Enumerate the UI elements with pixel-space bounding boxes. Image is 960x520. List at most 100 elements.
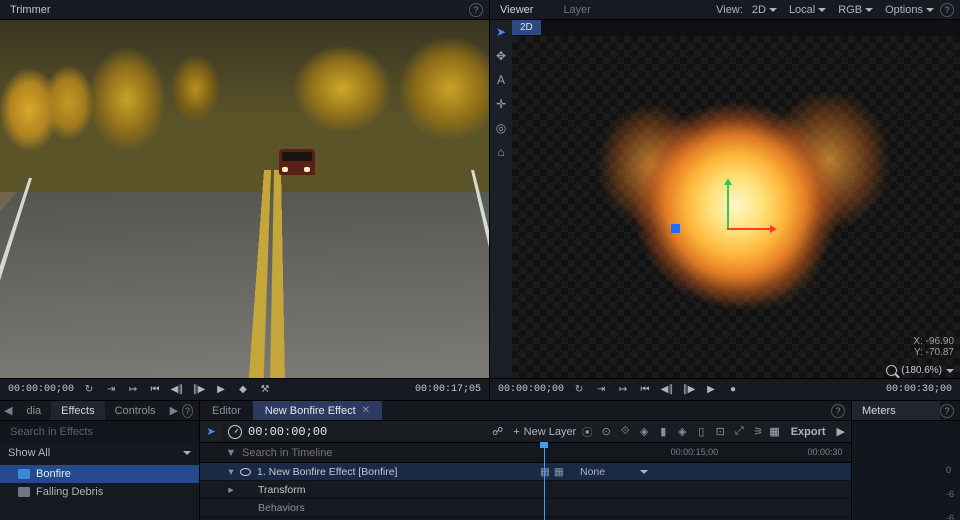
zoom-readout[interactable]: (180.6%) bbox=[886, 365, 954, 376]
play-fwd-icon[interactable]: ∥▶ bbox=[682, 383, 696, 397]
timeline-search-input[interactable] bbox=[240, 443, 540, 462]
link-button[interactable]: ☍ bbox=[487, 425, 508, 438]
chevron-down-icon bbox=[769, 8, 777, 12]
timeline-ruler[interactable]: 00:00:15;00 00:00:30 bbox=[540, 443, 851, 462]
viewer-toolstrip: ➤ ✥ A ✛ ◎ ⌂ bbox=[490, 20, 512, 378]
editor-tc[interactable]: 00:00:00;00 bbox=[248, 425, 327, 439]
target-tool-icon[interactable]: ◎ bbox=[493, 120, 509, 136]
viewer-tc-in: 00:00:00;00 bbox=[498, 384, 564, 395]
select-tool-icon[interactable]: ➤ bbox=[493, 24, 509, 40]
trimmer-preview[interactable] bbox=[0, 20, 489, 378]
tab-editor[interactable]: Editor bbox=[200, 401, 253, 420]
effect-item-bonfire[interactable]: Bonfire bbox=[0, 465, 199, 483]
nav-start-icon[interactable]: ⦿ bbox=[581, 426, 593, 438]
help-icon[interactable]: ? bbox=[831, 404, 845, 418]
layer-row-bonfire[interactable]: ▾ 1. New Bonfire Effect [Bonfire] ▦▦ Non… bbox=[200, 463, 851, 481]
out-point-icon[interactable]: ↦ bbox=[616, 383, 630, 397]
text-tool-icon[interactable]: A bbox=[493, 72, 509, 88]
disclosure-icon[interactable]: ▾ bbox=[222, 466, 240, 478]
marker-icon[interactable]: ◆ bbox=[236, 383, 250, 397]
new-layer-button[interactable]: +New Layer bbox=[508, 426, 581, 438]
filter-icon[interactable]: ▼ bbox=[222, 443, 240, 462]
chevron-down-icon bbox=[946, 369, 954, 373]
tab-media[interactable]: dia bbox=[16, 401, 51, 420]
panel-nav-next[interactable]: ▶ bbox=[831, 425, 851, 438]
tab-meters[interactable]: Meters bbox=[852, 401, 940, 420]
kf-toggle-icon[interactable]: ▮ bbox=[657, 426, 669, 438]
play-back-icon[interactable]: ◀∥ bbox=[170, 383, 184, 397]
viewer-tc-out: 00:00:30;00 bbox=[886, 384, 952, 395]
loop-icon[interactable]: ↻ bbox=[82, 383, 96, 397]
in-point-icon[interactable]: ⇥ bbox=[104, 383, 118, 397]
chevron-down-icon bbox=[818, 8, 826, 12]
snap-icon[interactable]: ⊡ bbox=[714, 426, 726, 438]
move-tool-icon[interactable]: ✛ bbox=[493, 96, 509, 112]
magnifier-icon bbox=[886, 365, 897, 376]
stage-tab-2d[interactable]: 2D bbox=[512, 20, 541, 35]
chevron-down-icon bbox=[640, 470, 648, 474]
tab-current-composition[interactable]: New Bonfire Effect ✕ bbox=[253, 401, 382, 420]
clock-icon bbox=[228, 425, 242, 439]
layer-row-transform[interactable]: ▸ Transform bbox=[200, 481, 851, 499]
chevron-down-icon bbox=[865, 8, 873, 12]
layer-row-behaviors[interactable]: Behaviors bbox=[200, 499, 851, 517]
viewer-transport: 00:00:00;00 ↻ ⇥ ↦ ⏮ ◀∥ ∥▶ ▶ ● 00:00:30;0… bbox=[490, 378, 960, 400]
play-fwd-icon[interactable]: ∥▶ bbox=[192, 383, 206, 397]
trimmer-tc-in: 00:00:00;00 bbox=[8, 384, 74, 395]
help-icon[interactable]: ? bbox=[940, 3, 954, 17]
prev-frame-icon[interactable]: ⏮ bbox=[638, 383, 652, 397]
play-icon[interactable]: ▶ bbox=[214, 383, 228, 397]
preview-vehicle bbox=[279, 149, 315, 175]
trimmer-tc-out: 00:00:17;05 bbox=[415, 384, 481, 395]
record-icon[interactable]: ● bbox=[726, 383, 740, 397]
playhead[interactable] bbox=[544, 442, 545, 520]
nav-next-kf-icon[interactable]: ⟐ bbox=[619, 426, 631, 438]
coordinate-readout: X: -96.90 Y: -70.87 bbox=[913, 336, 954, 358]
scope-select[interactable]: Local bbox=[783, 4, 832, 16]
tab-nav-prev[interactable]: ◀ bbox=[0, 404, 16, 417]
settings-icon[interactable]: ⚞ bbox=[752, 426, 764, 438]
graph-icon[interactable]: ⤢ bbox=[733, 426, 745, 438]
chevron-down-icon bbox=[183, 451, 191, 455]
in-point-icon[interactable]: ⇥ bbox=[594, 383, 608, 397]
effects-search-input[interactable] bbox=[8, 425, 191, 439]
viewer-stage[interactable]: 2D X: -96.90 Y: -70.87 (180.6%) bbox=[512, 20, 960, 378]
help-icon[interactable]: ? bbox=[940, 404, 954, 418]
close-tab-icon[interactable]: ✕ bbox=[362, 405, 370, 416]
chevron-down-icon bbox=[926, 8, 934, 12]
gizmo-z-handle[interactable] bbox=[671, 224, 680, 233]
show-all-dropdown[interactable]: Show All bbox=[8, 447, 50, 459]
visibility-icon[interactable] bbox=[240, 468, 251, 476]
blend-mode-select[interactable]: None bbox=[580, 466, 640, 478]
help-icon[interactable]: ? bbox=[469, 3, 483, 17]
tools-icon[interactable]: ⚒ bbox=[258, 383, 272, 397]
marker-add-icon[interactable]: ▯ bbox=[695, 426, 707, 438]
out-point-icon[interactable]: ↦ bbox=[126, 383, 140, 397]
tab-viewer[interactable]: Viewer bbox=[490, 0, 543, 19]
effect-icon bbox=[18, 487, 30, 497]
help-icon[interactable]: ? bbox=[182, 404, 193, 418]
gizmo-y-axis[interactable] bbox=[727, 184, 729, 228]
hand-tool-icon[interactable]: ✥ bbox=[493, 48, 509, 64]
tab-nav-next[interactable]: ▶ bbox=[166, 404, 182, 417]
loop-icon[interactable]: ↻ bbox=[572, 383, 586, 397]
select-tool-icon[interactable]: ➤ bbox=[206, 425, 215, 438]
tab-controls[interactable]: Controls bbox=[105, 401, 166, 420]
kf-prev-icon[interactable]: ◈ bbox=[638, 426, 650, 438]
tab-layer[interactable]: Layer bbox=[553, 0, 601, 19]
view-mode-select[interactable]: View: 2D bbox=[710, 4, 783, 16]
prev-frame-icon[interactable]: ⏮ bbox=[148, 383, 162, 397]
trimmer-title: Trimmer bbox=[0, 4, 61, 16]
nav-prev-kf-icon[interactable]: ⊙ bbox=[600, 426, 612, 438]
meters-display: 0 -6 -6 bbox=[852, 421, 960, 520]
export-button[interactable]: ▦ Export bbox=[764, 425, 830, 438]
tab-effects[interactable]: Effects bbox=[51, 401, 104, 420]
gizmo-x-axis[interactable] bbox=[727, 228, 771, 230]
play-back-icon[interactable]: ◀∥ bbox=[660, 383, 674, 397]
home-tool-icon[interactable]: ⌂ bbox=[493, 144, 509, 160]
channels-select[interactable]: RGB bbox=[832, 4, 879, 16]
kf-next-icon[interactable]: ◈ bbox=[676, 426, 688, 438]
play-icon[interactable]: ▶ bbox=[704, 383, 718, 397]
effect-item-falling-debris[interactable]: Falling Debris bbox=[0, 483, 199, 501]
options-menu[interactable]: Options bbox=[879, 4, 940, 16]
